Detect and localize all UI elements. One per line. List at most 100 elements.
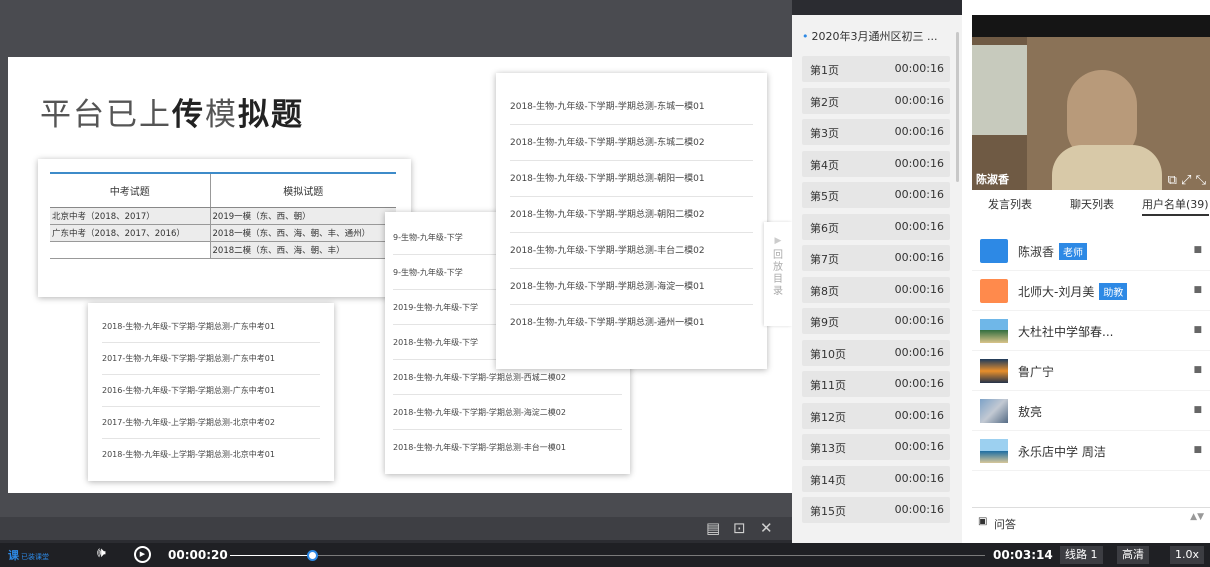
user-list-item[interactable]: 北师大-刘月美 助教 ■: [972, 271, 1210, 311]
table-row: 北京中考（2018、2017） 2019一模（东、西、朝）: [50, 207, 396, 225]
course-title-text: 2020年3月通州区初三 ...: [811, 30, 938, 43]
table-cell: 2018一模（东、西、海、朝、丰、通州）: [210, 224, 396, 242]
layout-icon[interactable]: ⊡: [733, 520, 746, 537]
page-time: 00:00:16: [894, 188, 944, 201]
role-badge: 老师: [1059, 243, 1088, 260]
user-name: 陈淑香 老师: [1018, 243, 1088, 260]
user-name-text: 陈淑香: [1018, 245, 1055, 259]
page-list-item[interactable]: 第9页 00:00:16: [802, 308, 950, 334]
exam-table: 中考试题 模拟试题 北京中考（2018、2017） 2019一模（东、西、朝） …: [50, 172, 396, 259]
video-top-strip: [972, 15, 1210, 37]
table-cell: 北京中考（2018、2017）: [50, 207, 211, 225]
progress-knob[interactable]: [307, 550, 319, 561]
list-item: 2018-生物-九年级-下学期-学期总测-海淀二模02: [393, 395, 622, 430]
page-list-item[interactable]: 第8页 00:00:16: [802, 276, 950, 303]
dongcheng-file-list: 2018-生物-九年级-下学期-学期总测-东城一模01 2018-生物-九年级-…: [496, 73, 767, 369]
qa-section[interactable]: ▣ 问答 ▲▼: [972, 507, 1210, 537]
page-list-item[interactable]: 第4页 00:00:16: [802, 150, 950, 177]
qa-icon: ▣: [978, 516, 988, 527]
tab-speakers[interactable]: 发言列表: [988, 196, 1032, 212]
playback-catalog-toggle[interactable]: ▶ 回放目录: [764, 222, 792, 326]
page-label: 第13页: [810, 442, 846, 455]
table-cell: [50, 241, 211, 259]
page-list-item[interactable]: 第7页 00:00:16: [802, 245, 950, 271]
playback-catalog-label: 回放目录: [773, 250, 783, 297]
slide-title-part-4: 拟题: [238, 97, 304, 133]
user-list-item[interactable]: 大杜社中学邹春... ■: [972, 311, 1210, 351]
user-name-text: 大杜社中学邹春...: [1018, 325, 1114, 339]
page-list-item[interactable]: 第5页 00:00:16: [802, 182, 950, 208]
close-icon[interactable]: ✕: [760, 520, 773, 537]
page-label: 第15页: [810, 505, 846, 518]
page-time: 00:00:16: [894, 440, 944, 453]
speed-button[interactable]: 1.0x: [1170, 546, 1205, 564]
page-time: 00:00:16: [894, 377, 944, 390]
list-item: 2018-生物-九年级-下学期-学期总测-丰台二模02: [510, 233, 753, 269]
user-list-item[interactable]: 敖亮 ■: [972, 391, 1210, 431]
page-list-item[interactable]: 第10页 00:00:16: [802, 339, 950, 366]
user-list-item[interactable]: 鲁广宁 ■: [972, 351, 1210, 391]
slide-toolbar: ▤ ⊡ ✕: [0, 517, 792, 540]
tab-chat[interactable]: 聊天列表: [1070, 196, 1114, 212]
slide-stage: 平台已上传模拟题 中考试题 模拟试题 北京中考（2018、2017） 2019一…: [0, 0, 792, 517]
role-badge: 助教: [1099, 283, 1128, 300]
page-label: 第4页: [810, 158, 839, 172]
video-person-body: [1052, 145, 1162, 190]
progress-played: [230, 555, 314, 556]
right-panel: 陈淑香 ⧉ ⤢ ⤡ 发言列表 聊天列表 用户名单(39) 陈淑香 老师 ■ 北师大-刘…: [962, 0, 1210, 543]
expand-arrow-icon: ▶: [774, 236, 782, 246]
current-time: 00:00:20: [168, 548, 228, 562]
device-icon: ■: [1193, 445, 1202, 455]
table-cell: 2018二模（东、西、海、朝、丰）: [210, 241, 396, 259]
volume-icon[interactable]: 🕪: [97, 545, 106, 561]
slide-canvas: 平台已上传模拟题 中考试题 模拟试题 北京中考（2018、2017） 2019一…: [8, 57, 792, 493]
avatar: [980, 399, 1008, 423]
page-list-item[interactable]: 第6页 00:00:16: [802, 213, 950, 240]
logo-mark: 课: [8, 549, 19, 562]
quality-button[interactable]: 高清: [1117, 546, 1149, 564]
tab-users[interactable]: 用户名单(39): [1142, 196, 1209, 216]
list-item: 2016-生物-九年级-下学期-学期总测-广东中考01: [102, 375, 320, 407]
page-list-item[interactable]: 第1页 00:00:16: [802, 56, 950, 82]
thumbnail-icon[interactable]: ▤: [706, 520, 720, 537]
list-item: 2018-生物-九年级-下学期-学期总测-通州一模01: [510, 318, 705, 328]
page-list-item[interactable]: 第2页 00:00:16: [802, 87, 950, 114]
sidebar-scrollbar[interactable]: [956, 32, 959, 182]
avatar: [980, 319, 1008, 343]
course-title[interactable]: • 2020年3月通州区初三 ...: [802, 28, 937, 44]
video-controls-icon[interactable]: ⧉ ⤢ ⤡: [1168, 173, 1206, 188]
table-header: 中考试题: [50, 172, 211, 208]
page-label: 第6页: [810, 221, 839, 235]
page-time: 00:00:16: [894, 471, 944, 485]
page-list-item[interactable]: 第13页 00:00:16: [802, 434, 950, 460]
slide-title-part-3: 模: [205, 97, 238, 133]
user-name: 大杜社中学邹春...: [1018, 323, 1113, 340]
page-label: 第2页: [810, 95, 839, 109]
page-time: 00:00:16: [894, 62, 944, 75]
play-button[interactable]: ▶: [134, 546, 151, 563]
page-time: 00:00:16: [894, 314, 944, 327]
page-list-item[interactable]: 第11页 00:00:16: [802, 371, 950, 397]
player-bar: 课已装课堂 🕪 ▶ 00:00:20 00:03:14 线路 1 高清 1.0x: [0, 543, 1210, 567]
qa-spinner-icon[interactable]: ▲▼: [1190, 513, 1204, 522]
page-list-item[interactable]: 第3页 00:00:16: [802, 119, 950, 145]
page-index-sidebar: • 2020年3月通州区初三 ... 第1页 00:00:16 第2页 00:00:16…: [792, 15, 962, 543]
logo-text: 已装课堂: [21, 553, 49, 561]
teacher-video[interactable]: 陈淑香 ⧉ ⤢ ⤡: [972, 15, 1210, 190]
page-label: 第5页: [810, 190, 839, 203]
table-header: 模拟试题: [210, 172, 396, 208]
page-list-item[interactable]: 第15页 00:00:16: [802, 497, 950, 523]
list-item: 2018-生物-九年级-下学期-学期总测-东城一模01: [510, 89, 753, 125]
user-list-item[interactable]: 永乐店中学 周洁 ■: [972, 431, 1210, 471]
user-list-item[interactable]: 陈淑香 老师 ■: [972, 231, 1210, 271]
list-item: 2017-生物-九年级-上学期-学期总测-北京中考02: [102, 407, 320, 439]
line-select-button[interactable]: 线路 1: [1060, 546, 1103, 564]
page-time: 00:00:16: [894, 345, 944, 359]
page-list-item[interactable]: 第14页 00:00:16: [802, 465, 950, 492]
device-icon: ■: [1193, 285, 1202, 295]
user-name: 永乐店中学 周洁: [1018, 443, 1106, 460]
page-list-item[interactable]: 第12页 00:00:16: [802, 402, 950, 429]
progress-track[interactable]: [230, 550, 985, 561]
exam-table-card: 中考试题 模拟试题 北京中考（2018、2017） 2019一模（东、西、朝） …: [38, 159, 411, 297]
page-label: 第1页: [810, 64, 839, 77]
